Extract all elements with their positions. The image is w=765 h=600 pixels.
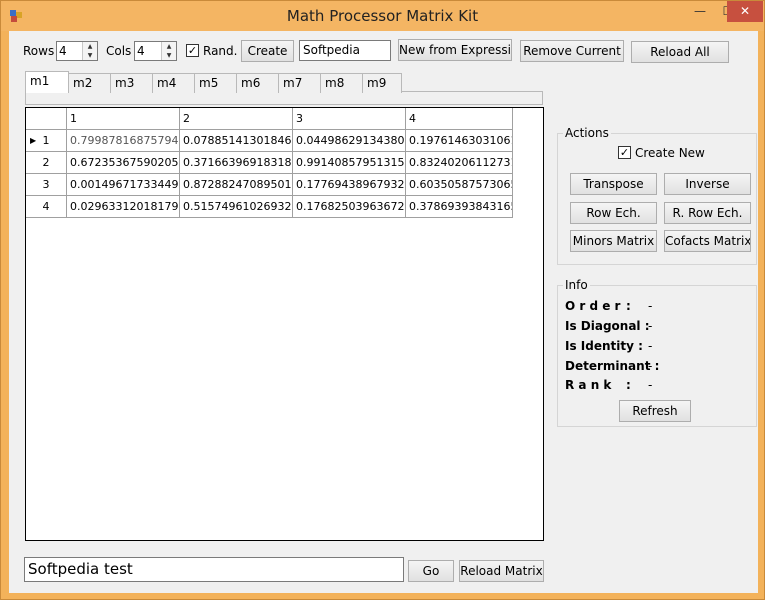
is-identity-value: - <box>648 339 653 353</box>
cofacts-matrix-button[interactable]: Cofacts Matrix <box>664 230 751 252</box>
tab-m1[interactable]: m1 <box>25 71 69 93</box>
is-diagonal-label: Is Diagonal : <box>565 319 650 333</box>
tab-m6[interactable]: m6 <box>236 73 279 93</box>
tab-m8[interactable]: m8 <box>320 73 363 93</box>
grid-cell[interactable]: 0.0788514130184666 <box>180 130 293 152</box>
grid-cell[interactable]: 0.991408579513155 <box>293 152 406 174</box>
grid-cell[interactable]: 0.371663969183184 <box>180 152 293 174</box>
go-button[interactable]: Go <box>408 560 454 582</box>
column-header[interactable]: 4 <box>406 108 513 130</box>
refresh-button[interactable]: Refresh <box>619 400 691 422</box>
rand-label: Rand. <box>203 44 238 58</box>
row-header-label: 1 <box>42 134 50 147</box>
cols-spinner[interactable]: 4 ▲ ▼ <box>134 41 177 61</box>
client-area: Rows 4 ▲ ▼ Cols 4 ▲ ▼ ✓ Rand. Create Sof… <box>9 31 758 593</box>
remove-current-button[interactable]: Remove Current <box>520 40 624 62</box>
reload-matrix-button[interactable]: Reload Matrix <box>459 560 544 582</box>
spinner-up-icon[interactable]: ▲ <box>162 42 176 51</box>
new-from-expression-button[interactable]: New from Expressio <box>398 39 512 61</box>
grid-cell[interactable]: 0.872882470895016 <box>180 174 293 196</box>
close-button[interactable]: ✕ <box>727 1 763 22</box>
grid-cell[interactable]: 0.176825039636728 <box>293 196 406 218</box>
column-header[interactable]: 1 <box>67 108 180 130</box>
spinner-down-icon[interactable]: ▼ <box>83 51 97 60</box>
grid-cell[interactable]: 0.603505875730657 <box>406 174 513 196</box>
reduced-row-echelon-button[interactable]: R. Row Ech. <box>664 202 751 224</box>
order-value: - <box>648 299 653 313</box>
expression-input[interactable]: Softpedia test <box>24 557 404 582</box>
tab-m9[interactable]: m9 <box>362 73 402 93</box>
grid-cell[interactable]: 0.0296331201817995 <box>67 196 180 218</box>
create-button[interactable]: Create <box>241 40 294 62</box>
rows-spinner[interactable]: 4 ▲ ▼ <box>56 41 98 61</box>
determinant-label: Determinant : <box>565 359 660 373</box>
create-new-label: Create New <box>635 146 705 160</box>
actions-group-title: Actions <box>563 126 611 140</box>
window-title: Math Processor Matrix Kit <box>286 7 479 25</box>
cols-label: Cols <box>106 44 132 58</box>
grid-corner <box>26 108 67 130</box>
tab-m2[interactable]: m2 <box>68 73 111 93</box>
column-header[interactable]: 2 <box>180 108 293 130</box>
grid-cell[interactable]: 0.177694389679327 <box>293 174 406 196</box>
order-label: O r d e r <box>565 299 621 313</box>
spinner-down-icon[interactable]: ▼ <box>162 51 176 60</box>
row-header[interactable]: ▶ 1 <box>26 130 67 152</box>
minimize-button[interactable]: — <box>685 1 715 22</box>
tab-m4[interactable]: m4 <box>152 73 195 93</box>
app-window: Math Processor Matrix Kit — ☐ ✕ Rows 4 ▲… <box>0 0 765 600</box>
tab-m7[interactable]: m7 <box>278 73 321 93</box>
grid-cell[interactable]: 0.832402061127313 <box>406 152 513 174</box>
grid-cell[interactable]: 0.0449862913438055 <box>293 130 406 152</box>
determinant-value: - <box>648 359 653 373</box>
create-new-checkbox[interactable]: ✓ <box>618 146 631 159</box>
rows-value: 4 <box>59 44 67 58</box>
minors-matrix-button[interactable]: Minors Matrix <box>570 230 657 252</box>
reload-all-button[interactable]: Reload All <box>631 41 729 63</box>
rank-separator: : <box>626 378 631 392</box>
rank-label: R a n k <box>565 378 612 392</box>
column-header[interactable]: 3 <box>293 108 406 130</box>
grid-cell[interactable]: 0.672353675902055 <box>67 152 180 174</box>
matrix-name-input[interactable]: Softpedia <box>299 40 391 61</box>
cols-spinner-arrows[interactable]: ▲ ▼ <box>161 42 176 60</box>
current-row-icon: ▶ <box>30 136 37 145</box>
info-group-title: Info <box>563 278 590 292</box>
row-header[interactable]: 3 <box>26 174 67 196</box>
matrix-grid[interactable]: 1 2 3 4 ▶ 1 0.799878168757948 0.07885141… <box>25 107 544 541</box>
tab-panel-border <box>25 91 543 105</box>
grid-cell[interactable]: 0.0014967173344906 <box>67 174 180 196</box>
rand-checkbox[interactable]: ✓ <box>186 44 199 57</box>
rank-value: - <box>648 378 653 392</box>
row-header[interactable]: 2 <box>26 152 67 174</box>
spinner-up-icon[interactable]: ▲ <box>83 42 97 51</box>
cols-value: 4 <box>137 44 145 58</box>
grid-cell[interactable]: 0.515749610269326 <box>180 196 293 218</box>
tab-m5[interactable]: m5 <box>194 73 237 93</box>
is-identity-label: Is Identity : <box>565 339 643 353</box>
grid-cell[interactable]: 0.197614630310617 <box>406 130 513 152</box>
order-separator: : <box>626 299 631 313</box>
grid-cell[interactable]: 0.378693938431653 <box>406 196 513 218</box>
rows-label: Rows <box>23 44 55 58</box>
title-bar[interactable]: Math Processor Matrix Kit — ☐ ✕ <box>1 1 764 31</box>
row-header[interactable]: 4 <box>26 196 67 218</box>
transpose-button[interactable]: Transpose <box>570 173 657 195</box>
rows-spinner-arrows[interactable]: ▲ ▼ <box>82 42 97 60</box>
inverse-button[interactable]: Inverse <box>664 173 751 195</box>
row-echelon-button[interactable]: Row Ech. <box>570 202 657 224</box>
tab-m3[interactable]: m3 <box>110 73 153 93</box>
grid-cell[interactable]: 0.799878168757948 <box>67 130 180 152</box>
is-diagonal-value: - <box>648 319 653 333</box>
